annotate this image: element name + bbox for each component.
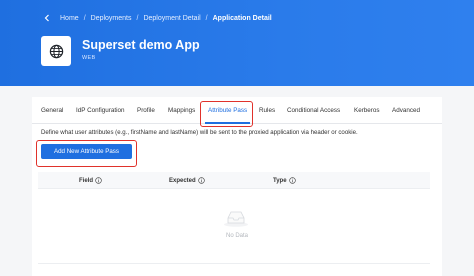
app-icon (41, 36, 71, 66)
empty-state-text: No Data (225, 233, 248, 239)
breadcrumb-current: Application Detail (212, 14, 272, 22)
app-title: Superset demo App (82, 38, 200, 52)
breadcrumb-separator: / (83, 14, 86, 22)
tab-general[interactable]: General (41, 107, 63, 114)
breadcrumb: Home / Deployments / Deployment Detail /… (42, 12, 272, 24)
breadcrumb-deployments[interactable]: Deployments (91, 15, 132, 22)
info-icon[interactable] (288, 177, 296, 184)
back-arrow-icon[interactable] (42, 13, 52, 23)
tab-kerberos[interactable]: Kerberos (354, 107, 380, 114)
table-bottom-divider (38, 263, 430, 264)
column-expected-label: Expected (169, 177, 196, 184)
tab-advanced[interactable]: Advanced (392, 107, 420, 114)
tab-idp-configuration[interactable]: IdP Configuration (76, 107, 125, 114)
tab-mappings[interactable]: Mappings (168, 107, 195, 114)
active-tab-indicator (205, 122, 250, 124)
info-icon[interactable] (197, 177, 205, 184)
content-panel: General IdP Configuration Profile Mappin… (32, 97, 442, 276)
tab-bar: General IdP Configuration Profile Mappin… (32, 97, 442, 124)
breadcrumb-home[interactable]: Home (60, 15, 79, 22)
column-field-label: Field (79, 177, 94, 184)
empty-inbox-icon (222, 209, 250, 227)
breadcrumb-separator: / (136, 14, 139, 22)
breadcrumb-deployment-detail[interactable]: Deployment Detail (143, 15, 200, 22)
tab-rules[interactable]: Rules (259, 107, 275, 114)
add-attribute-pass-button[interactable]: Add New Attribute Pass (41, 144, 132, 159)
globe-icon (49, 44, 64, 59)
breadcrumb-separator: / (205, 14, 208, 22)
tab-attribute-pass[interactable]: Attribute Pass (208, 107, 247, 114)
table-header: Field Expected Type (38, 172, 430, 189)
column-type: Type (273, 177, 296, 184)
info-icon[interactable] (95, 177, 102, 184)
app-header: Home / Deployments / Deployment Detail /… (0, 0, 474, 86)
column-type-label: Type (273, 177, 287, 184)
attribute-pass-description: Define what user attributes (e.g., first… (41, 129, 358, 136)
tab-profile[interactable]: Profile (137, 107, 155, 114)
tab-conditional-access[interactable]: Conditional Access (287, 107, 340, 114)
column-expected: Expected (169, 177, 205, 184)
app-type-label: WEB (82, 55, 96, 61)
column-field: Field (79, 177, 102, 184)
